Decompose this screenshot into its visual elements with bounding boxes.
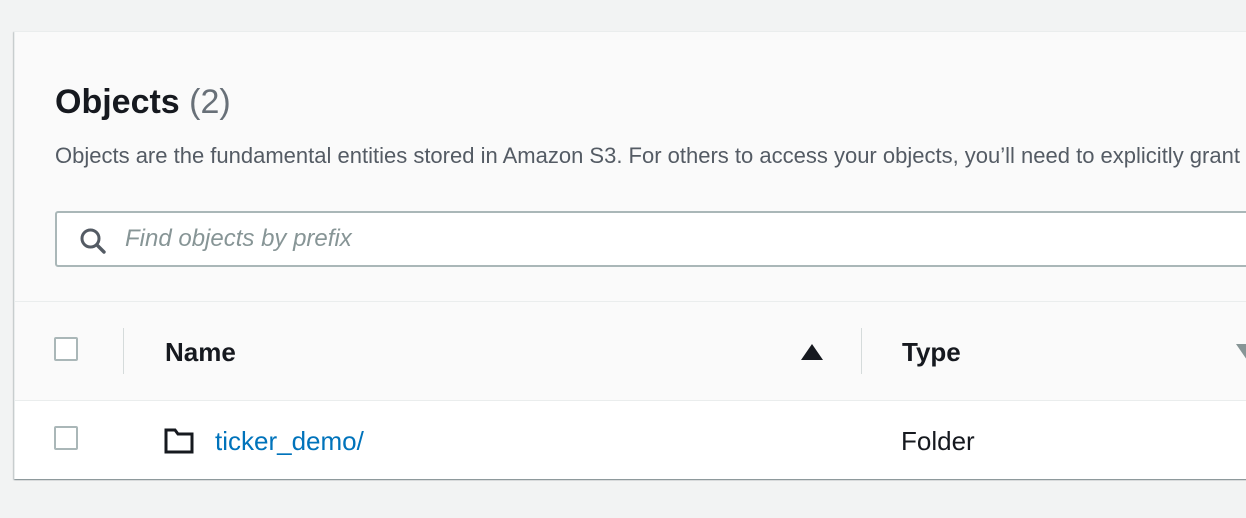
objects-description: Objects are the fundamental entities sto… (55, 143, 1246, 168)
column-header-type[interactable]: Type (902, 337, 961, 367)
search-box[interactable] (55, 211, 1246, 267)
table-header: Name Type (15, 302, 1246, 401)
column-header-name[interactable]: Name (165, 337, 236, 367)
folder-icon (164, 428, 194, 454)
object-type: Folder (901, 426, 975, 456)
object-name-link[interactable]: ticker_demo/ (215, 425, 364, 457)
select-all-checkbox[interactable] (54, 337, 78, 361)
sort-ascending-icon[interactable] (801, 344, 823, 360)
row-checkbox[interactable] (54, 426, 78, 450)
search-icon (80, 228, 106, 254)
column-divider (123, 328, 124, 374)
column-divider[interactable] (861, 328, 862, 374)
objects-panel: Objects (2) Objects are the fundamental … (14, 31, 1246, 479)
search-input[interactable] (125, 213, 1225, 265)
objects-count: (2) (189, 83, 231, 121)
sort-descending-icon[interactable] (1236, 344, 1246, 360)
objects-panel-header: Objects (2) Objects are the fundamental … (15, 32, 1246, 302)
objects-title: Objects (55, 83, 180, 121)
objects-heading: Objects (2) (55, 82, 231, 122)
table-row[interactable]: ticker_demo/ Folder (15, 401, 1246, 479)
